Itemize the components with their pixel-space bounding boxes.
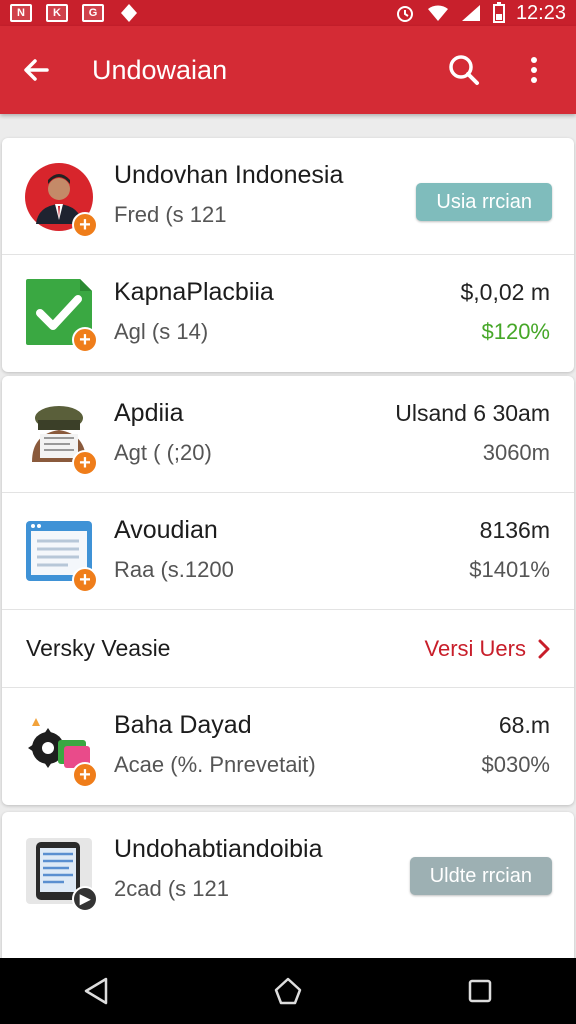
item-subtitle: 2cad (s 121 — [114, 876, 229, 901]
overflow-menu-button[interactable] — [514, 50, 554, 90]
item-value: $,0,02 m — [460, 279, 551, 305]
page-title: Undowaian — [92, 54, 228, 85]
item-subtitle: Fred (s 121 — [114, 202, 227, 227]
item-name: Undovhan Indonesia — [114, 161, 344, 189]
section-title: Versky Veasie — [26, 635, 171, 661]
square-recents-icon — [468, 979, 492, 1003]
card: ▸ Undohabtiandoibia 2cad (s 121 Uldte rr… — [2, 812, 574, 958]
list-item[interactable]: + Undovhan Indonesia Fred (s 121 Usia rr… — [2, 138, 574, 255]
window-icon: + — [24, 517, 98, 593]
gear-app-icon: + — [24, 712, 98, 788]
plus-icon: + — [72, 762, 98, 788]
alarm-icon — [396, 6, 413, 22]
home-icon — [274, 977, 302, 1005]
plus-icon: + — [72, 450, 98, 476]
plus-icon: + — [72, 567, 98, 593]
location-icon — [121, 4, 137, 22]
action-button[interactable]: Usia rrcian — [416, 183, 552, 221]
avatar: + — [24, 162, 98, 238]
item-name: Undohabtiandoibia — [114, 835, 323, 863]
section-link[interactable]: Versi Uers — [425, 636, 550, 662]
action-button[interactable]: Uldte rrcian — [409, 857, 552, 895]
list-item[interactable]: + Avoudian Raa (s.1200 8136m $1401% — [2, 493, 574, 610]
item-value: 8136m — [479, 517, 550, 543]
notification-icon: G — [82, 4, 104, 22]
item-name: Avoudian — [114, 516, 218, 544]
section-link-label: Versi Uers — [424, 635, 526, 661]
list-item[interactable]: + Apdiia Agt ( (;20) Ulsand 6 30am 3060m — [2, 376, 574, 493]
search-icon — [449, 55, 479, 85]
content-list: + Undovhan Indonesia Fred (s 121 Usia rr… — [0, 114, 576, 958]
battery-icon — [492, 2, 505, 23]
notification-icon: N — [10, 4, 32, 22]
status-bar: N K G 12:23 — [0, 0, 576, 26]
nav-back-button[interactable] — [66, 961, 126, 1021]
nav-recents-button[interactable] — [450, 961, 510, 1021]
item-change: $120% — [481, 319, 550, 344]
phone-icon: ▸ — [24, 836, 98, 912]
list-item[interactable]: ▸ Undohabtiandoibia 2cad (s 121 Uldte rr… — [2, 812, 574, 929]
item-change: 3060m — [482, 440, 550, 465]
profile-image: + — [24, 400, 98, 476]
item-subtitle: Acae (%. Pnrevetait) — [114, 752, 316, 777]
check-icon: + — [24, 277, 98, 353]
nav-home-button[interactable] — [258, 961, 318, 1021]
item-subtitle: Agt ( (;20) — [114, 440, 212, 465]
list-item[interactable]: + KapnaPlacbiia Agl (s 14) $,0,02 m $120… — [2, 255, 574, 372]
back-button[interactable] — [0, 26, 72, 114]
section-header: Versky Veasie Versi Uers — [2, 610, 574, 688]
notification-icon: K — [46, 4, 68, 22]
clock: 12:23 — [515, 1, 566, 24]
system-nav-bar — [0, 958, 576, 1024]
triangle-back-icon — [84, 977, 108, 1005]
item-subtitle: Agl (s 14) — [114, 319, 209, 344]
item-value: 68.m — [498, 712, 550, 738]
play-badge-icon: ▸ — [72, 886, 98, 912]
plus-icon: + — [72, 327, 98, 353]
card: + Apdiia Agt ( (;20) Ulsand 6 30am 3060m… — [2, 376, 574, 805]
list-item[interactable]: + Baha Dayad Acae (%. Pnrevetait) 68.m $… — [2, 688, 574, 805]
item-name: Baha Dayad — [114, 711, 252, 739]
search-button[interactable] — [444, 50, 484, 90]
signal-icon — [461, 5, 480, 21]
item-subtitle: Raa (s.1200 — [114, 557, 234, 582]
item-change: $030% — [481, 752, 550, 777]
more-vert-icon — [531, 57, 537, 83]
app-bar: Undowaian — [0, 26, 576, 114]
wifi-icon — [427, 5, 448, 22]
card: + Undovhan Indonesia Fred (s 121 Usia rr… — [2, 138, 574, 372]
item-change: $1401% — [469, 557, 550, 582]
item-value: Ulsand 6 30am — [395, 400, 550, 426]
arrow-left-icon — [24, 59, 49, 81]
chevron-right-icon — [538, 639, 550, 658]
item-name: Apdiia — [114, 399, 184, 427]
plus-icon: + — [72, 212, 98, 238]
item-name: KapnaPlacbiia — [114, 278, 274, 306]
